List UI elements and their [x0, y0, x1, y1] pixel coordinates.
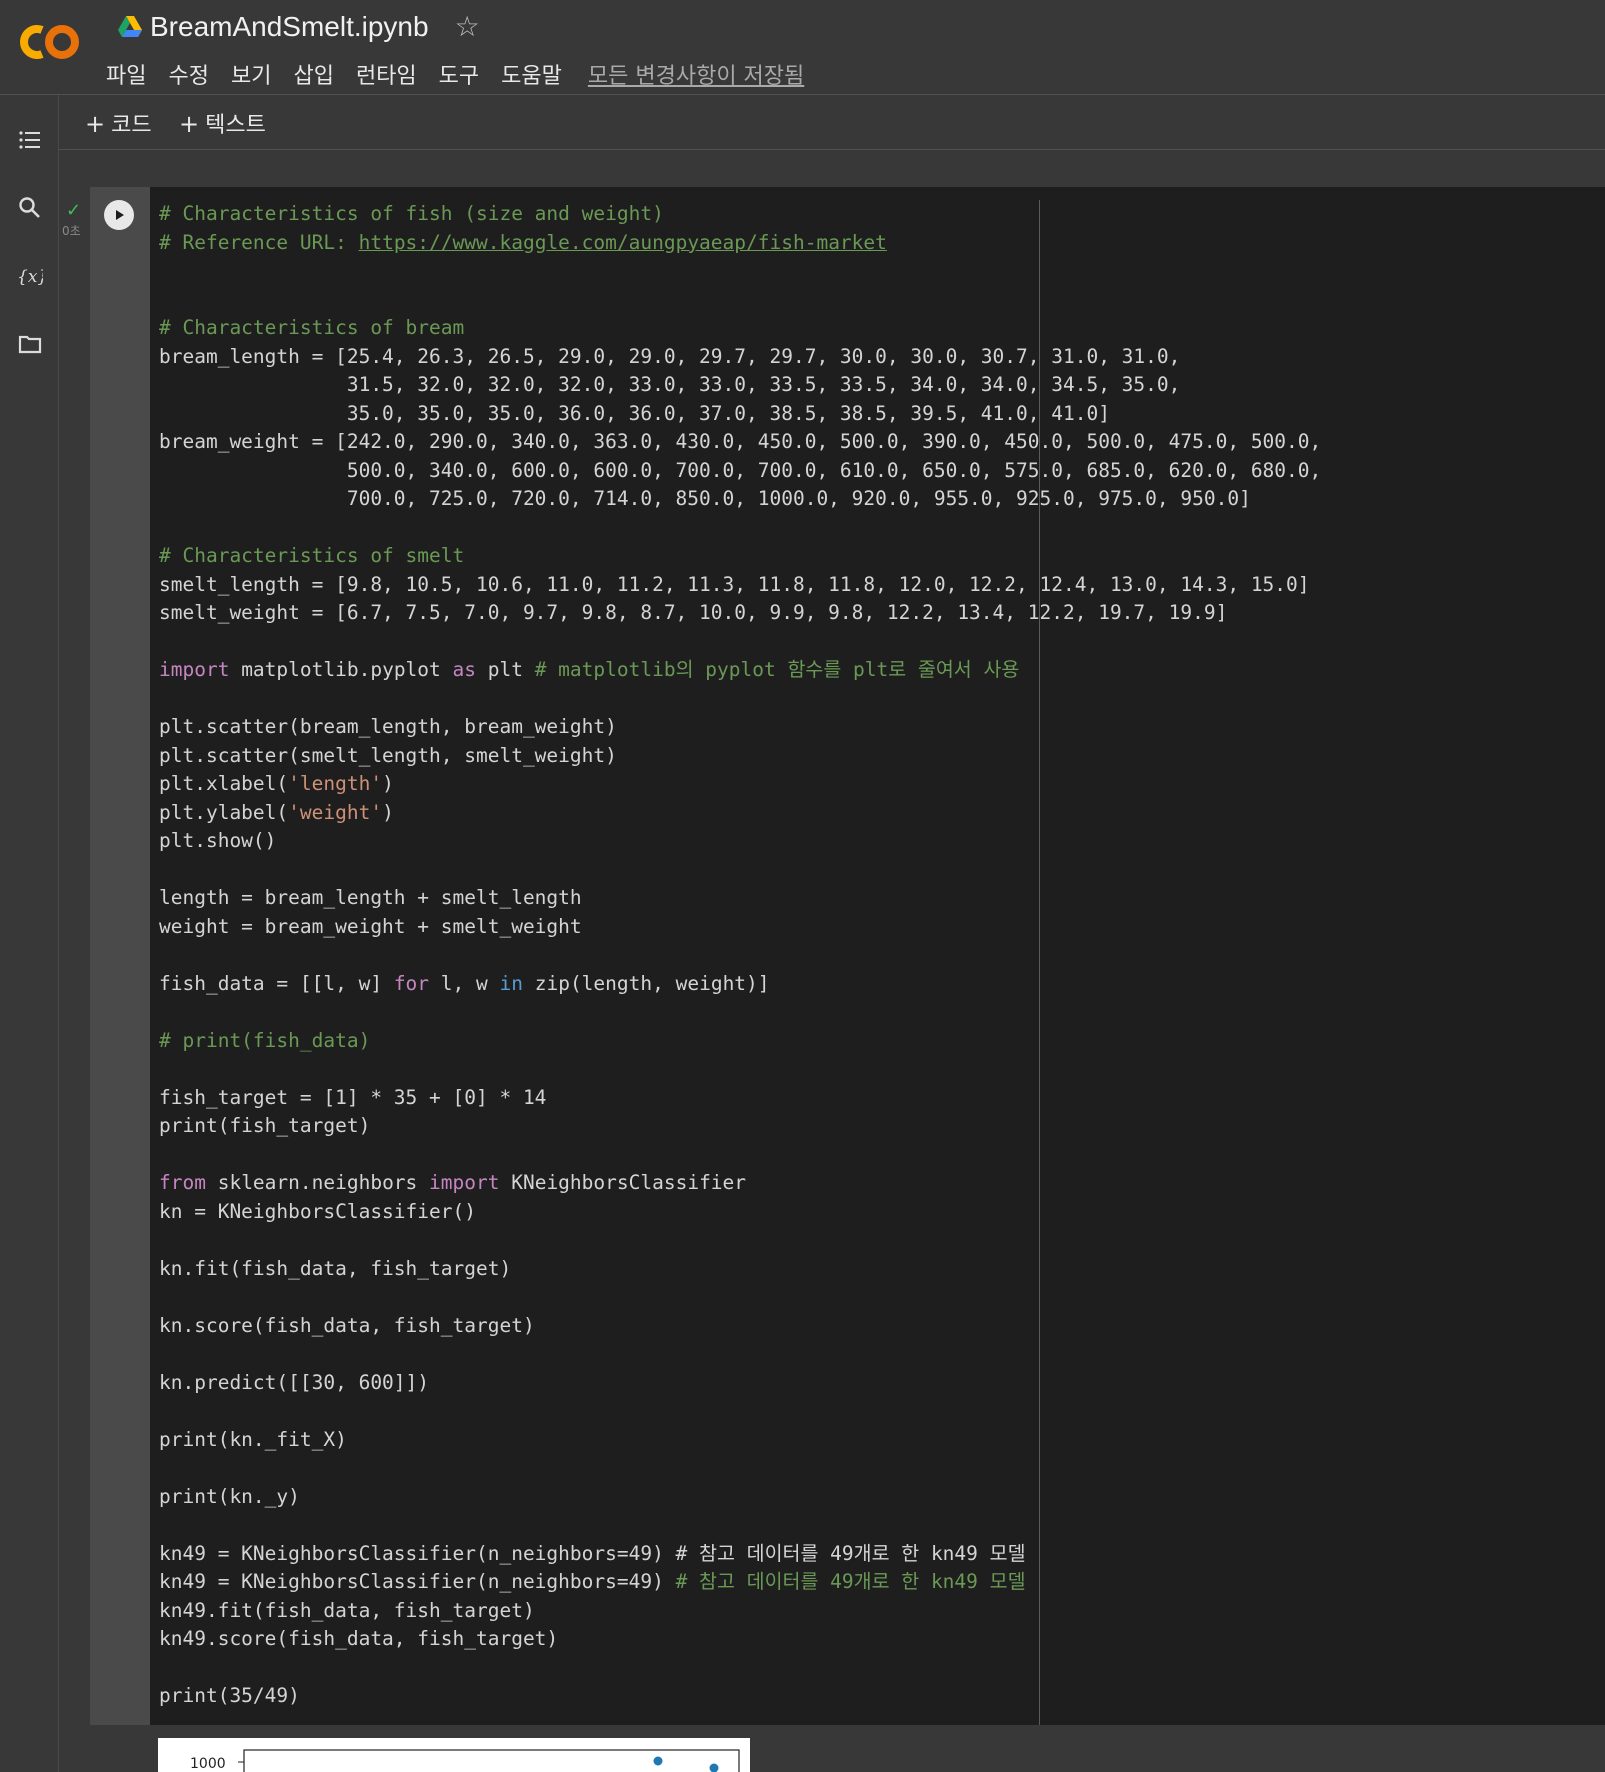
scatter-plot-output: 1000 [158, 1738, 750, 1772]
star-icon[interactable]: ☆ [455, 10, 480, 43]
save-status-link[interactable]: 모든 변경사항이 저장됨 [588, 58, 804, 90]
code-line: kn49 = KNeighborsClassifier(n_neighbors=… [159, 1541, 1026, 1565]
cell-toolbar: + 코드 + 텍스트 [59, 95, 1605, 150]
code-line: kn.score(fish_data, fish_target) [159, 1313, 535, 1337]
code-line: # Reference URL: https://www.kaggle.com/… [159, 230, 887, 254]
menu-insert[interactable]: 삽입 [293, 58, 333, 90]
code-line: bream_weight = [242.0, 290.0, 340.0, 363… [159, 430, 1322, 453]
code-line: smelt_weight = [6.7, 7.5, 7.0, 9.7, 9.8,… [159, 601, 1228, 624]
top-bar: BreamAndSmelt.ipynb ☆ 파일 수정 보기 삽입 런타임 도구… [0, 0, 1605, 95]
menu-edit[interactable]: 수정 [168, 58, 208, 90]
svg-text:{x}: {x} [17, 267, 43, 287]
add-code-button[interactable]: + 코드 [85, 107, 152, 139]
code-line: kn49.score(fish_data, fish_target) [159, 1627, 559, 1650]
code-line: import matplotlib.pyplot as plt # matplo… [159, 658, 1020, 681]
code-line: # Characteristics of smelt [159, 544, 465, 567]
code-line: # Characteristics of bream [159, 316, 465, 339]
notebook-title[interactable]: BreamAndSmelt.ipynb [150, 11, 429, 43]
kaggle-reference-link[interactable]: https://www.kaggle.com/aungpyaeap/fish-m… [359, 231, 887, 254]
code-line: print(35/49) [159, 1684, 300, 1707]
code-line: # print(fish_data) [159, 1028, 371, 1052]
code-line: kn49.fit(fish_data, fish_target) [159, 1598, 535, 1622]
code-line: 35.0, 35.0, 35.0, 36.0, 36.0, 37.0, 38.5… [159, 401, 1110, 425]
google-drive-icon[interactable] [118, 15, 142, 38]
variables-icon[interactable]: {x} [17, 263, 43, 289]
add-text-label: 텍스트 [205, 113, 266, 138]
code-line: bream_length = [25.4, 26.3, 26.5, 29.0, … [159, 344, 1181, 368]
code-line: plt.scatter(smelt_length, smelt_weight) [159, 743, 617, 767]
plus-icon: + [179, 110, 200, 138]
menu-runtime[interactable]: 런타임 [356, 58, 417, 90]
code-line: # Characteristics of fish (size and weig… [159, 202, 664, 225]
menu-bar: 파일 수정 보기 삽입 런타임 도구 도움말 모든 변경사항이 저장됨 [106, 58, 826, 90]
code-line: print(kn._y) [159, 1484, 300, 1508]
data-point [653, 1756, 663, 1766]
code-line: fish_data = [[l, w] for l, w in zip(leng… [159, 971, 770, 995]
code-line: plt.show() [159, 829, 277, 852]
folder-icon[interactable] [17, 331, 43, 357]
code-line: from sklearn.neighbors import KNeighbors… [159, 1171, 747, 1194]
cell-exec-time: 0초 [62, 224, 81, 238]
play-icon [116, 210, 124, 220]
y-tick-label: 1000 [190, 1756, 226, 1772]
add-text-button[interactable]: + 텍스트 [179, 107, 266, 139]
code-line: 500.0, 340.0, 600.0, 600.0, 700.0, 700.0… [159, 458, 1322, 482]
data-point [709, 1763, 719, 1772]
add-code-label: 코드 [111, 113, 152, 138]
cell-gutter [90, 187, 150, 1725]
code-line: kn.predict([[30, 600]]) [159, 1370, 430, 1394]
menu-help[interactable]: 도움말 [501, 58, 562, 90]
code-line: 31.5, 32.0, 32.0, 32.0, 33.0, 33.0, 33.5… [159, 373, 1181, 396]
notebook-title-row: BreamAndSmelt.ipynb ☆ [118, 10, 480, 43]
code-line: plt.scatter(bream_length, bream_weight) [159, 715, 617, 738]
code-line: 700.0, 725.0, 720.0, 714.0, 850.0, 1000.… [159, 487, 1251, 510]
code-line: plt.ylabel('weight') [159, 800, 394, 824]
code-line: kn49 = KNeighborsClassifier(n_neighbors=… [159, 1570, 1026, 1593]
code-line: fish_target = [1] * 35 + [0] * 14 [159, 1085, 547, 1109]
code-line: smelt_length = [9.8, 10.5, 10.6, 11.0, 1… [159, 572, 1310, 596]
plot-axes-frame [243, 1749, 740, 1772]
code-line: length = bream_length + smelt_length [159, 886, 582, 909]
left-sidebar: {x} [0, 95, 59, 1772]
code-line: print(fish_target) [159, 1114, 371, 1137]
search-icon[interactable] [17, 195, 43, 221]
code-line: kn = KNeighborsClassifier() [159, 1199, 476, 1223]
menu-view[interactable]: 보기 [231, 58, 271, 90]
code-line: plt.xlabel('length') [159, 772, 394, 795]
code-line: kn.fit(fish_data, fish_target) [159, 1256, 512, 1280]
code-line: weight = bream_weight + smelt_weight [159, 914, 582, 938]
toc-icon[interactable] [17, 127, 43, 153]
plus-icon: + [85, 110, 106, 138]
code-line: print(kn._fit_X) [159, 1427, 347, 1451]
cell-status-check: ✓ [66, 200, 82, 221]
menu-file[interactable]: 파일 [106, 58, 146, 90]
menu-tools[interactable]: 도구 [439, 58, 479, 90]
run-cell-button[interactable] [104, 200, 134, 230]
scatter-plot-svg: 1000 [190, 1749, 740, 1772]
code-content[interactable]: # Characteristics of fish (size and weig… [159, 200, 1321, 1739]
colab-logo-icon[interactable] [20, 22, 84, 62]
